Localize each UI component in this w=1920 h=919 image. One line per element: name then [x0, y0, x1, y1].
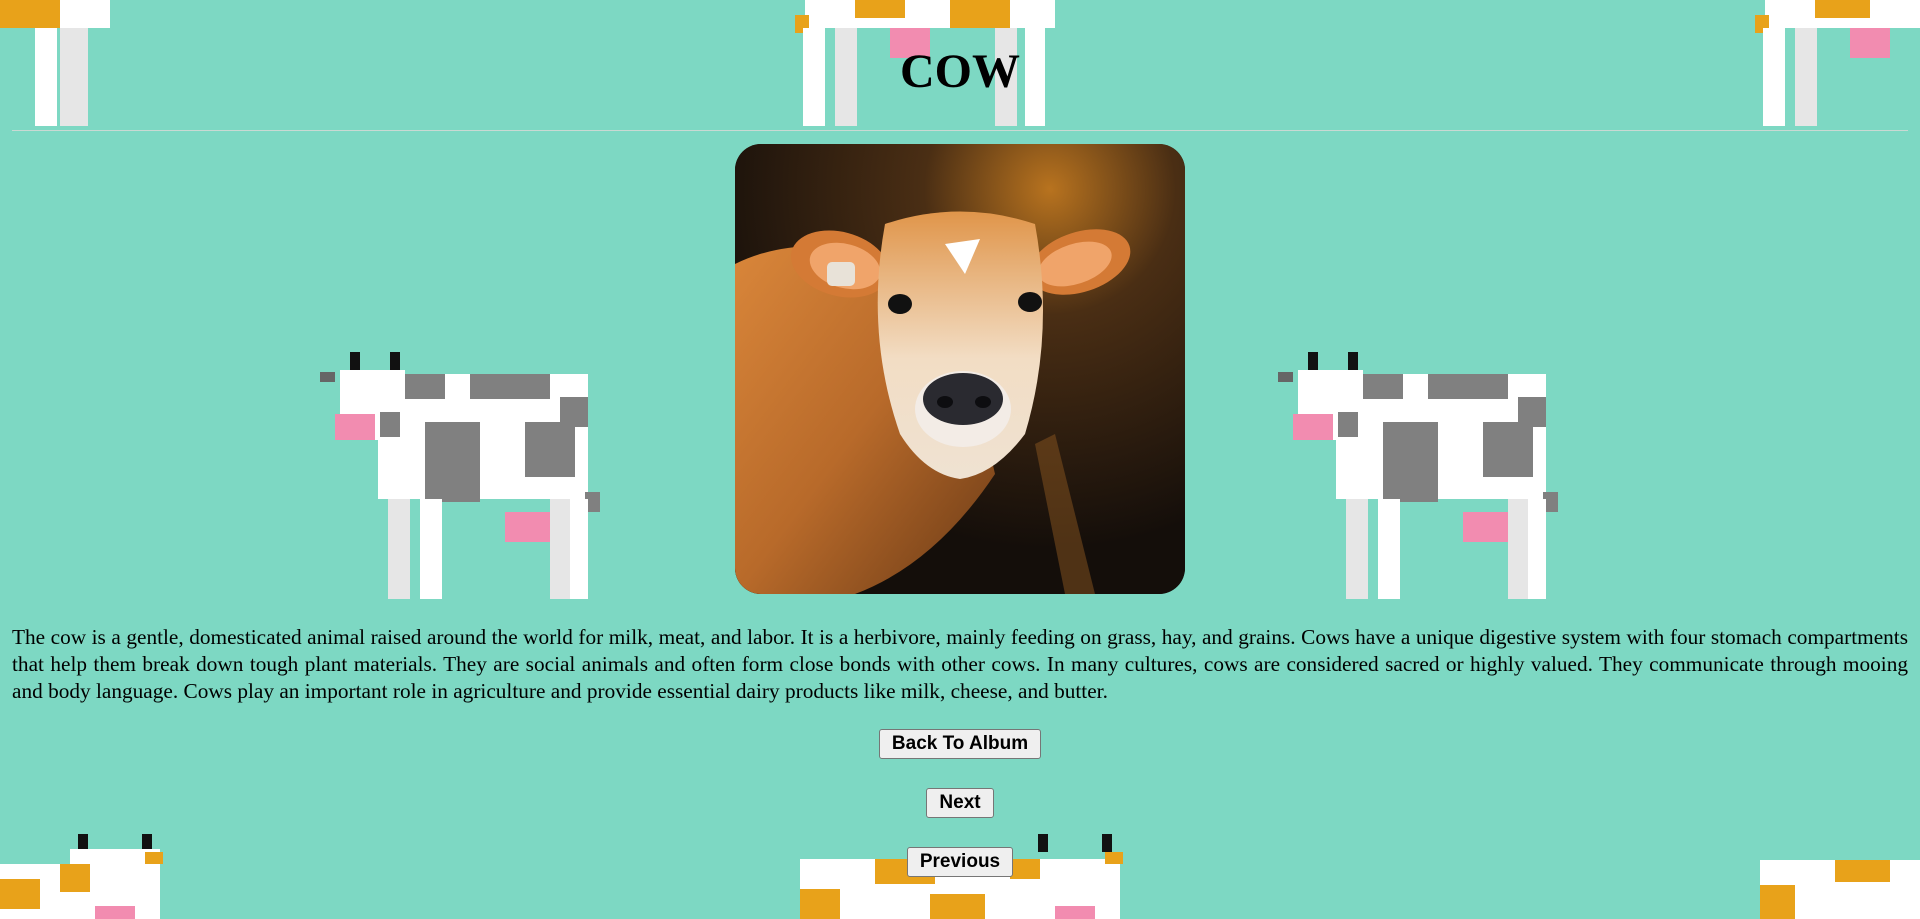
page-title: COW	[900, 45, 1020, 98]
back-to-album-button[interactable]: Back To Album	[878, 729, 1042, 759]
cow-description: The cow is a gentle, domesticated animal…	[12, 625, 1908, 703]
previous-button[interactable]: Previous	[906, 847, 1014, 877]
title-divider	[12, 130, 1908, 131]
cow-photo	[735, 144, 1185, 594]
page-content: COW The cow is a gentle, domesticated an…	[0, 0, 1920, 906]
next-button[interactable]: Next	[926, 788, 994, 818]
navigation-buttons: Back To Album Next Previous	[12, 729, 1908, 906]
